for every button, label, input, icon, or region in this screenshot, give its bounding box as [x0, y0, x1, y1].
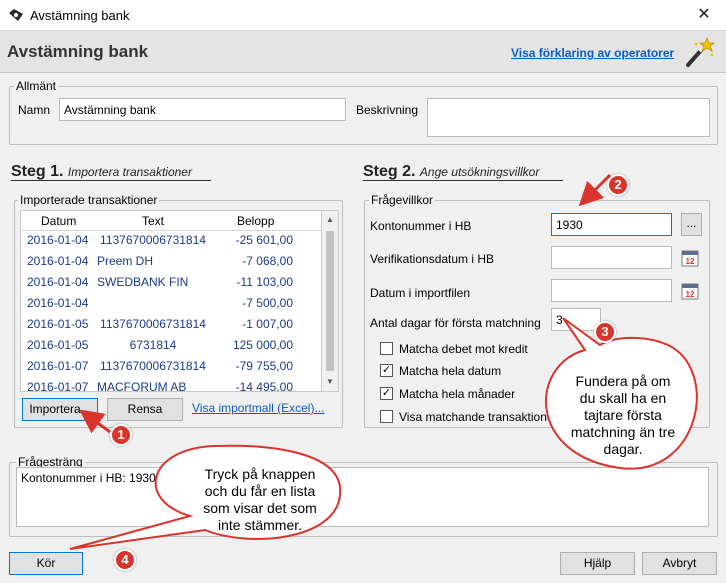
table-row[interactable]: 2016-01-05 1137670006731814 -1 007,00	[21, 317, 321, 338]
table-row[interactable]: 2016-01-04 SWEDBANK FIN -11 103,00	[21, 275, 321, 296]
column-header-belopp[interactable]: Belopp	[237, 214, 274, 228]
matcha-debet-checkbox[interactable]	[380, 342, 393, 355]
calendar-day-text: 12	[686, 257, 695, 266]
matcha-manader-label: Matcha hela månader	[399, 387, 516, 401]
importerade-legend: Importerade transaktioner	[18, 193, 160, 207]
matcha-datum-label: Matcha hela datum	[399, 364, 502, 378]
visa-matchande-checkbox[interactable]	[380, 410, 393, 423]
scroll-thumb[interactable]	[326, 231, 334, 371]
table-row[interactable]: 2016-01-07 MACFORUM AB -14 495,00	[21, 380, 321, 391]
steg1-underline	[11, 180, 211, 181]
app-icon	[9, 9, 23, 21]
verifikationsdatum-input[interactable]	[551, 246, 672, 269]
visa-matchande-label: Visa matchande transaktioner	[399, 410, 549, 424]
magic-wand-icon	[686, 36, 716, 67]
table-scrollbar[interactable]: ▲ ▼	[322, 210, 339, 392]
table-header: Datum Text Belopp	[21, 211, 321, 231]
verifikationsdatum-label: Verifikationsdatum i HB	[370, 252, 495, 266]
datum-import-label: Datum i importfilen	[370, 286, 471, 300]
window-title: Avstämning bank	[30, 8, 130, 23]
beskrivning-input[interactable]	[427, 98, 710, 137]
dialog-header: Avstämning bank Visa förklaring av opera…	[0, 31, 726, 73]
transactions-table[interactable]: Datum Text Belopp 2016-01-04 113767000673…	[20, 210, 322, 392]
steg2-title: Steg 2.	[363, 163, 416, 180]
column-header-datum[interactable]: Datum	[41, 214, 76, 228]
table-row[interactable]: 2016-01-05 6731814 125 000,00	[21, 338, 321, 359]
bubble-1-text: Tryck på knappen och du får en lista som…	[203, 466, 317, 533]
scroll-up-icon[interactable]: ▲	[326, 215, 334, 224]
namn-label: Namn	[18, 103, 51, 117]
table-row[interactable]: 2016-01-04 -7 500,00	[21, 296, 321, 317]
scroll-down-icon[interactable]: ▼	[326, 377, 334, 386]
badge-4: 4	[114, 549, 136, 571]
steg2-subtitle: Ange utsökningsvillkor	[419, 165, 540, 179]
steg1-title: Steg 1.	[11, 163, 64, 180]
allmant-legend: Allmänt	[14, 79, 59, 93]
beskrivning-label: Beskrivning	[356, 103, 419, 117]
antal-dagar-input[interactable]: 3	[551, 308, 601, 331]
fragestrang-text[interactable]: Kontonummer i HB: 1930	[16, 467, 709, 527]
calendar-icon[interactable]: 12	[681, 249, 699, 267]
steg2-underline	[363, 180, 563, 181]
close-icon[interactable]: ✕	[692, 3, 716, 27]
hjalp-button[interactable]: Hjälp	[560, 552, 635, 575]
kor-button[interactable]: Kör	[9, 552, 83, 575]
column-header-text[interactable]: Text	[93, 214, 213, 228]
badge-3: 3	[594, 321, 616, 343]
matcha-datum-checkbox[interactable]: ✓	[380, 364, 393, 377]
table-row[interactable]: 2016-01-04 1137670006731814 -25 601,00	[21, 233, 321, 254]
matcha-debet-label: Matcha debet mot kredit	[399, 342, 528, 356]
table-row[interactable]: 2016-01-07 1137670006731814 -79 755,00	[21, 359, 321, 380]
table-row[interactable]: 2016-01-04 Preem DH -7 068,00	[21, 254, 321, 275]
bubble-2-text: Fundera på om du skall ha en tajtare för…	[570, 373, 676, 457]
kontonummer-label: Kontonummer i HB	[370, 219, 472, 233]
page-title: Avstämning bank	[7, 42, 149, 61]
kontonummer-input[interactable]: 1930	[551, 213, 672, 236]
operator-help-link[interactable]: Visa förklaring av operatorer	[511, 46, 674, 60]
arrow-2	[578, 173, 612, 207]
importera-button[interactable]: Importera...	[22, 398, 98, 421]
importmall-link[interactable]: Visa importmall (Excel)...	[192, 401, 324, 415]
kontonummer-browse-button[interactable]: ...	[681, 213, 702, 236]
antal-dagar-label: Antal dagar för första matchning	[370, 316, 541, 330]
steg2-heading: Steg 2. Ange utsökningsvillkor	[363, 163, 539, 181]
badge-1: 1	[110, 424, 132, 446]
steg1-heading: Steg 1. Importera transaktioner	[11, 163, 192, 181]
badge-2: 2	[607, 174, 629, 196]
namn-input[interactable]: Avstämning bank	[59, 98, 346, 121]
steg1-subtitle: Importera transaktioner	[67, 165, 192, 179]
rensa-button[interactable]: Rensa	[107, 398, 183, 421]
title-bar: Avstämning bank ✕	[0, 0, 726, 31]
calendar-icon[interactable]: 12	[681, 282, 699, 300]
calendar-day-text: 12	[686, 290, 695, 299]
avbryt-button[interactable]: Avbryt	[642, 552, 717, 575]
matcha-manader-checkbox[interactable]: ✓	[380, 387, 393, 400]
fragevillkor-legend: Frågevillkor	[369, 193, 436, 207]
datum-import-input[interactable]	[551, 279, 672, 302]
